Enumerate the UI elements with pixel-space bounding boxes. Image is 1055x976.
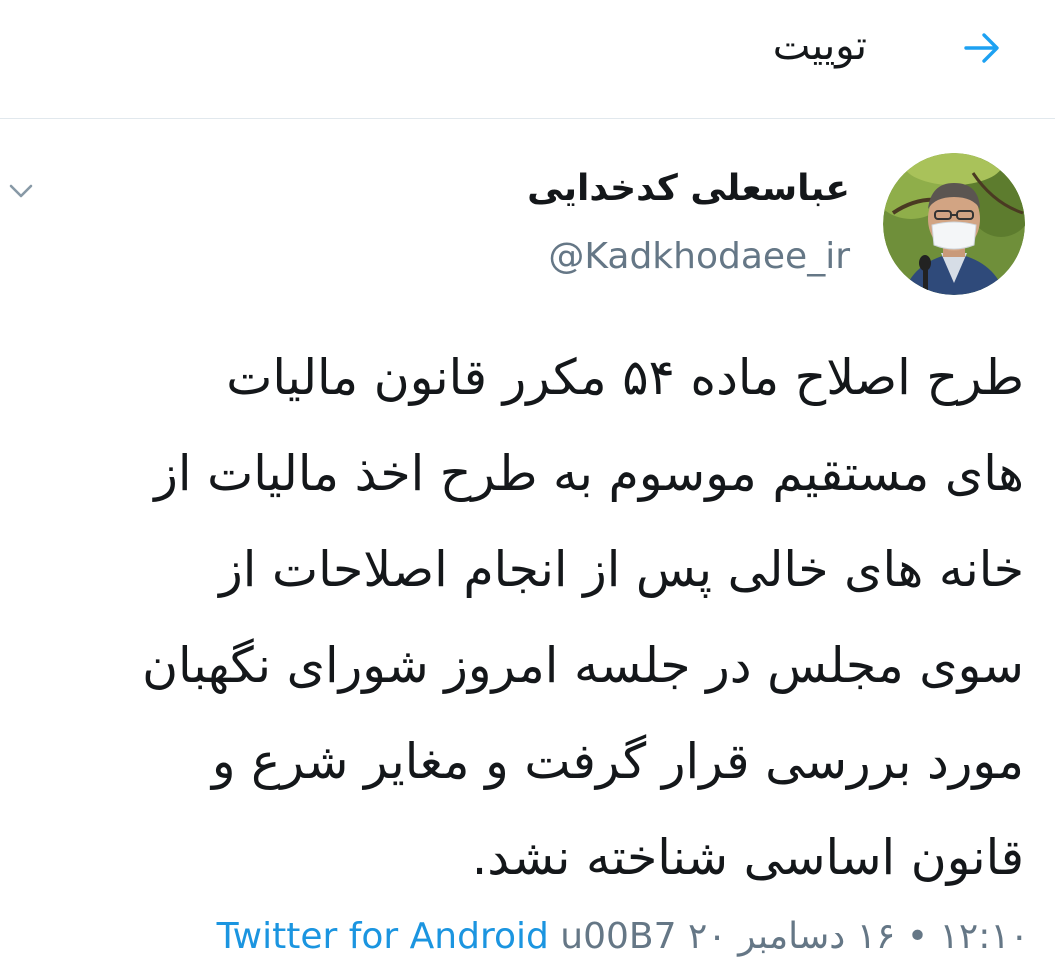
- profile-photo: [883, 153, 1025, 295]
- display-name[interactable]: عباسعلی کدخدایی: [527, 164, 850, 214]
- top-bar: توییت: [0, 0, 1055, 119]
- meta-separator: u00B7: [560, 916, 677, 957]
- chevron-down-icon[interactable]: [6, 176, 36, 206]
- timestamp: ۱۲:۱۰ • ۱۶ دسامبر ۲۰: [687, 916, 1029, 957]
- avatar[interactable]: [883, 153, 1025, 295]
- source-link[interactable]: Twitter for Android: [217, 916, 549, 957]
- arrow-right-icon[interactable]: [960, 26, 1004, 70]
- tweet-text: طرح اصلاح ماده ۵۴ مکرر قانون مالیات های …: [142, 349, 1024, 886]
- tweet-meta: Twitter for Android u00B7 ۱۲:۱۰ • ۱۶ دسا…: [217, 910, 1029, 964]
- user-handle[interactable]: @Kadkhodaee_ir: [548, 232, 850, 282]
- page-title: توییت: [772, 23, 867, 69]
